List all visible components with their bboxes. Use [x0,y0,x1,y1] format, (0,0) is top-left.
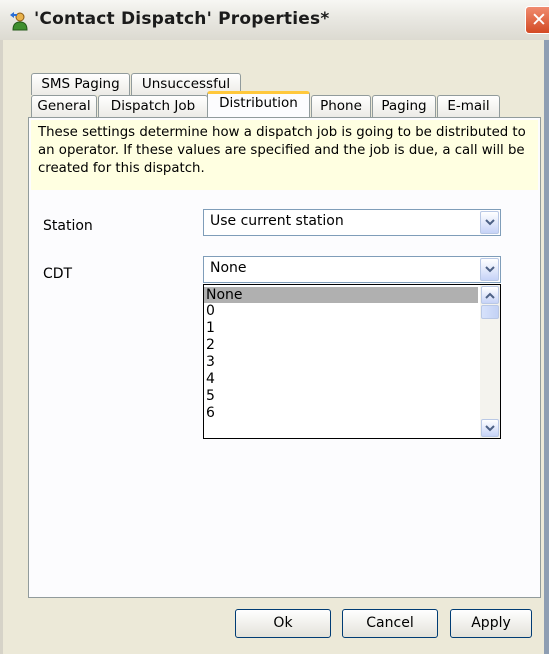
chevron-down-icon [485,219,495,226]
dropdown-scrollbar[interactable] [480,285,500,438]
station-combo[interactable]: Use current station [203,209,501,236]
dropdown-option-3[interactable]: 3 [204,354,478,370]
tab-phone[interactable]: Phone [311,95,371,117]
apply-button[interactable]: Apply [450,609,532,638]
window-left-edge [0,40,3,654]
tab-email[interactable]: E-mail [437,95,500,117]
title-bar[interactable]: 'Contact Dispatch' Properties* ✕ [0,0,549,41]
scroll-thumb[interactable] [481,305,499,319]
close-icon: ✕ [531,9,547,31]
tab-distribution[interactable]: Distribution [207,91,310,117]
station-label: Station [43,218,93,234]
dropdown-option-6[interactable]: 6 [204,405,478,421]
close-button[interactable]: ✕ [525,6,549,34]
cdt-label: CDT [43,266,73,282]
tab-dispatch-job[interactable]: Dispatch Job [98,95,208,117]
dropdown-option-1[interactable]: 1 [204,320,478,336]
scroll-up-icon [485,292,495,299]
ok-button[interactable]: Ok [235,609,331,638]
scroll-down-icon [485,425,495,432]
station-value: Use current station [210,213,344,229]
window-right-edge [544,40,549,654]
scroll-down-button[interactable] [481,419,499,437]
cancel-button[interactable]: Cancel [342,609,438,638]
properties-window: 'Contact Dispatch' Properties* ✕ SMS Pag… [0,0,549,654]
window-title: 'Contact Dispatch' Properties* [34,9,330,29]
scroll-up-button[interactable] [481,286,499,304]
cdt-dropdown-list[interactable]: None 0 1 2 3 4 5 6 [203,284,501,439]
contact-user-icon [9,11,29,31]
dropdown-option-none[interactable]: None [204,287,478,303]
dropdown-option-4[interactable]: 4 [204,371,478,387]
tab-sms-paging[interactable]: SMS Paging [31,73,130,95]
chevron-down-icon [485,266,495,273]
dropdown-option-2[interactable]: 2 [204,337,478,353]
cdt-dropdown-button[interactable] [480,258,499,281]
info-text: These settings determine how a dispatch … [38,125,526,176]
tab-general[interactable]: General [31,95,97,117]
tab-paging[interactable]: Paging [372,95,436,117]
dropdown-option-5[interactable]: 5 [204,388,478,404]
station-dropdown-button[interactable] [480,211,499,234]
cdt-combo[interactable]: None [203,256,501,283]
cdt-value: None [210,260,247,276]
dropdown-option-0[interactable]: 0 [204,303,478,319]
info-box: These settings determine how a dispatch … [31,120,538,190]
